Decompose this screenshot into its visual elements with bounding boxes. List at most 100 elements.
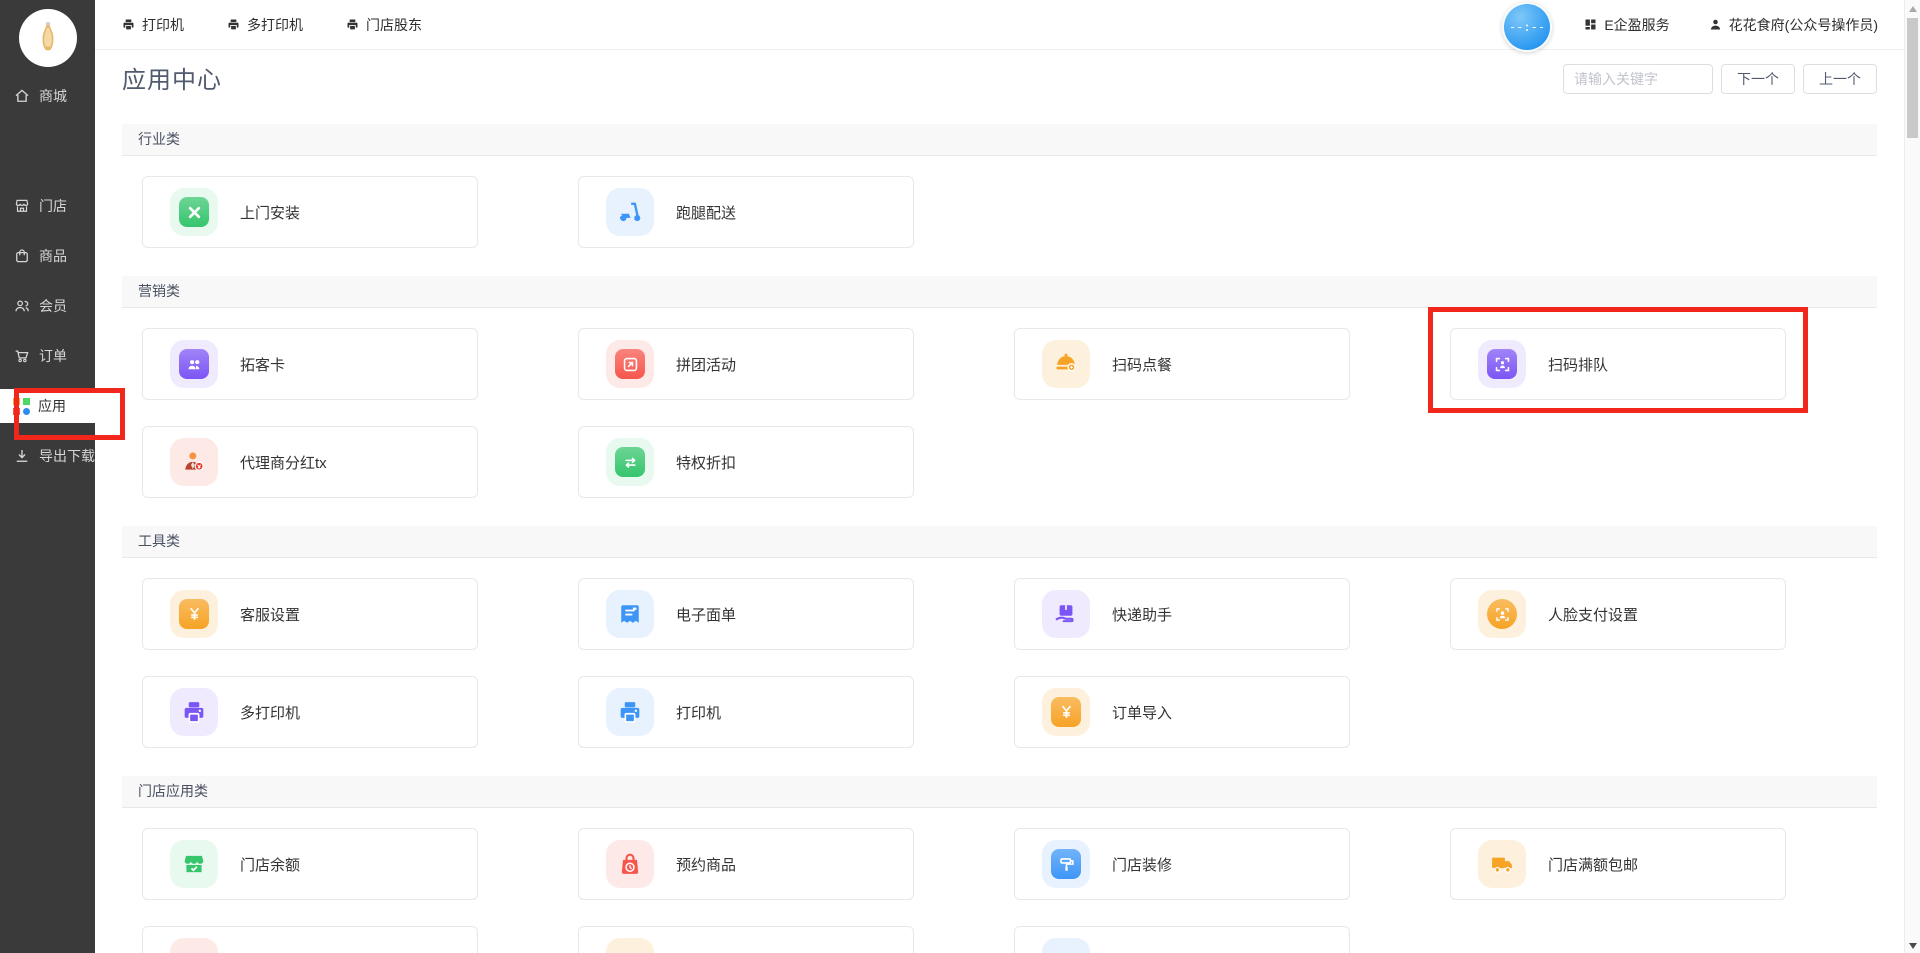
sidebar-item-apps[interactable]: 应用: [0, 389, 95, 423]
user-menu[interactable]: 花花食府(公众号操作员): [1708, 15, 1878, 35]
next-button[interactable]: 下一个: [1721, 64, 1795, 94]
qr-icon: [1478, 340, 1526, 388]
prev-button[interactable]: 上一个: [1803, 64, 1877, 94]
app-card-label: 多打印机: [240, 702, 300, 723]
agent-icon: [170, 438, 218, 486]
scrollbar-thumb[interactable]: [1907, 18, 1918, 138]
printer-icon: [606, 688, 654, 736]
app-card-label: 预约商品: [676, 854, 736, 875]
keyword-search-input[interactable]: [1563, 64, 1713, 94]
app-card-partial[interactable]: [142, 926, 478, 953]
sidebar-item-mall[interactable]: 商城: [0, 79, 95, 113]
topbar-item-printer[interactable]: 打印机: [121, 15, 184, 35]
app-card[interactable]: 预约商品: [578, 828, 914, 900]
app-card-label: 拼团活动: [676, 354, 736, 375]
service-label: E企盈服务: [1604, 15, 1669, 35]
app-icon: [606, 938, 654, 953]
sidebar-item-stores[interactable]: 门店: [0, 189, 95, 223]
app-card[interactable]: 门店满额包邮: [1450, 828, 1786, 900]
app-card[interactable]: 跑腿配送: [578, 176, 914, 248]
section-header: 门店应用类: [122, 776, 1877, 808]
face-icon: [1478, 590, 1526, 638]
scroll-up-arrow-icon[interactable]: [1909, 6, 1917, 12]
app-card[interactable]: 拼团活动: [578, 328, 914, 400]
sidebar-item-orders[interactable]: 订单: [0, 339, 95, 373]
vertical-scrollbar[interactable]: [1904, 0, 1920, 953]
sidebar-item-members[interactable]: 会员: [0, 289, 95, 323]
app-card[interactable]: 拓客卡: [142, 328, 478, 400]
app-card-label: 上门安装: [240, 202, 300, 223]
app-card-label: 特权折扣: [676, 452, 736, 473]
app-card-partial[interactable]: [1014, 926, 1350, 953]
app-card-label: 扫码排队: [1548, 354, 1608, 375]
app-card-label: 门店满额包邮: [1548, 854, 1638, 875]
app-card-label: 拓客卡: [240, 354, 285, 375]
sidebar: 商城 门店 商品 会员 订单 应用 导出下载: [0, 0, 95, 953]
app-card[interactable]: 扫码排队: [1450, 328, 1786, 400]
app-card-label: 扫码点餐: [1112, 354, 1172, 375]
topbar: 打印机 多打印机 门店股东 E企盈服务 花花食府(公众号操作员): [95, 0, 1904, 50]
download-icon: [13, 447, 31, 465]
app-card[interactable]: 打印机: [578, 676, 914, 748]
sidebar-item-label: 门店: [39, 196, 67, 216]
topbar-item-label: 多打印机: [247, 15, 303, 35]
orders-icon: [13, 347, 31, 365]
app-card-label: 快递助手: [1112, 604, 1172, 625]
clockbag-icon: [606, 840, 654, 888]
service-menu[interactable]: E企盈服务: [1583, 15, 1669, 35]
section-header: 工具类: [122, 526, 1877, 558]
app-card-label: 人脸支付设置: [1548, 604, 1638, 625]
apps-icon: [13, 398, 30, 415]
store-icon: [13, 197, 31, 215]
sidebar-item-label: 订单: [39, 346, 67, 366]
clock-text: --:--: [1509, 20, 1545, 34]
app-card[interactable]: 门店装修: [1014, 828, 1350, 900]
scroll-down-arrow-icon[interactable]: [1909, 943, 1917, 949]
printer-icon: [345, 17, 360, 32]
app-card-label: 客服设置: [240, 604, 300, 625]
sidebar-item-label: 应用: [38, 396, 66, 416]
clock-widget[interactable]: --:--: [1502, 2, 1552, 52]
user-icon: [1708, 17, 1723, 32]
app-card[interactable]: 快递助手: [1014, 578, 1350, 650]
scooter-icon: [606, 188, 654, 236]
app-icon: [170, 938, 218, 953]
merchant-logo[interactable]: [19, 9, 77, 67]
printer-icon: [170, 688, 218, 736]
app-card[interactable]: 人脸支付设置: [1450, 578, 1786, 650]
topbar-item-store-shareholder[interactable]: 门店股东: [345, 15, 422, 35]
app-grid: 客服设置 电子面单 快递助手 人脸支付设置多打印机 打印机 订单导入: [142, 578, 1857, 748]
arrowbox-icon: [606, 340, 654, 388]
app-card[interactable]: 特权折扣: [578, 426, 914, 498]
app-card[interactable]: 上门安装: [142, 176, 478, 248]
app-card[interactable]: 电子面单: [578, 578, 914, 650]
sidebar-item-label: 商城: [39, 86, 67, 106]
sidebar-item-label: 商品: [39, 246, 67, 266]
bell-icon: [1042, 340, 1090, 388]
sidebar-item-export-download[interactable]: 导出下载: [0, 439, 95, 473]
section-header: 行业类: [122, 124, 1877, 156]
topbar-item-label: 门店股东: [366, 15, 422, 35]
app-card[interactable]: 代理商分红tx: [142, 426, 478, 498]
app-card[interactable]: 多打印机: [142, 676, 478, 748]
section-header: 营销类: [122, 276, 1877, 308]
perfume-bottle-logo-icon: [28, 18, 68, 58]
truck-icon: [1478, 840, 1526, 888]
page-title: 应用中心: [122, 60, 222, 95]
app-grid: 门店余额 预约商品 门店装修 门店满额包邮: [142, 828, 1857, 953]
app-card-partial[interactable]: [578, 926, 914, 953]
sidebar-item-label: 会员: [39, 296, 67, 316]
home-icon: [13, 87, 31, 105]
app-card[interactable]: 客服设置: [142, 578, 478, 650]
people2-icon: [170, 340, 218, 388]
app-card[interactable]: 扫码点餐: [1014, 328, 1350, 400]
app-grid: 上门安装 跑腿配送: [142, 176, 1857, 248]
sidebar-item-goods[interactable]: 商品: [0, 239, 95, 273]
topbar-item-label: 打印机: [142, 15, 184, 35]
app-card-label: 跑腿配送: [676, 202, 736, 223]
app-card[interactable]: 门店余额: [142, 828, 478, 900]
app-card[interactable]: 订单导入: [1014, 676, 1350, 748]
receipt-icon: [606, 590, 654, 638]
app-grid: 拓客卡 拼团活动 扫码点餐 扫码排队代理商分红tx 特权折扣: [142, 328, 1857, 498]
topbar-item-multi-printer[interactable]: 多打印机: [226, 15, 303, 35]
